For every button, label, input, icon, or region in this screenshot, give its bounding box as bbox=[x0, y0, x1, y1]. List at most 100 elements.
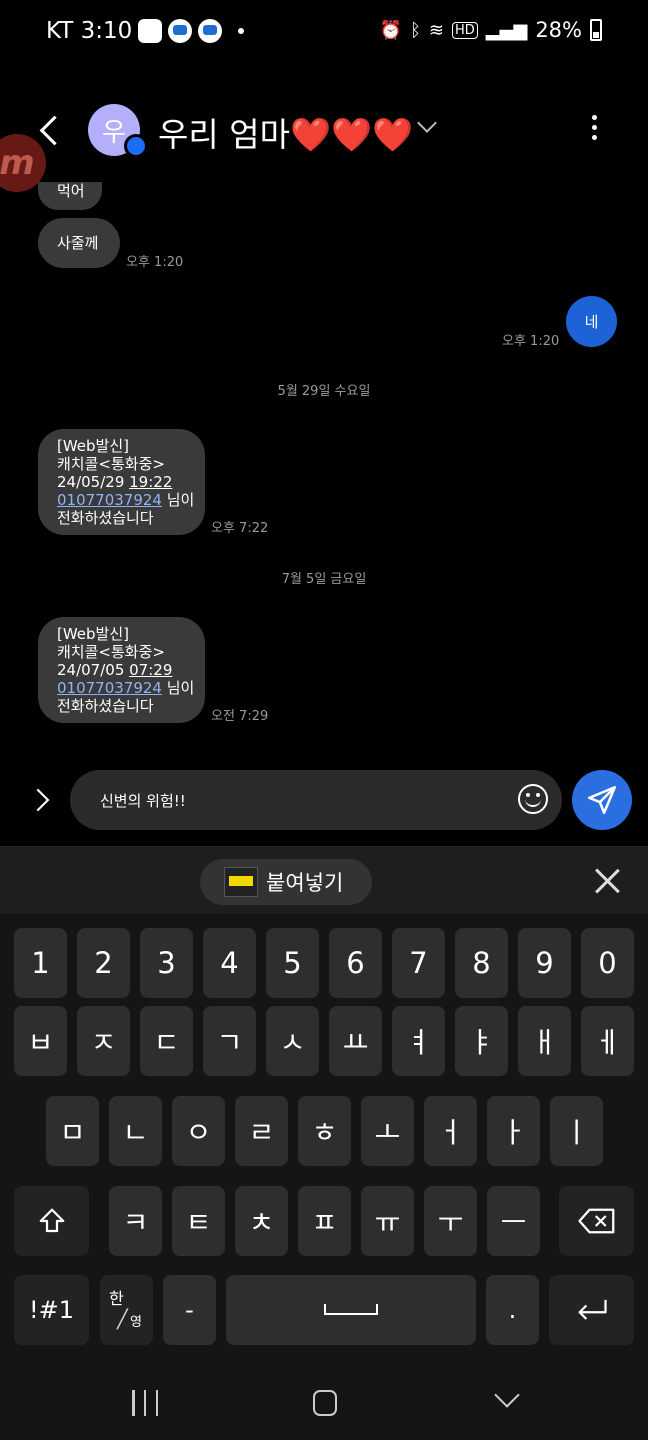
more-options-icon[interactable] bbox=[584, 112, 604, 152]
enter-key[interactable] bbox=[549, 1275, 634, 1345]
key-3[interactable]: 3 bbox=[140, 928, 193, 998]
key-jamo[interactable]: ㅡ bbox=[487, 1186, 540, 1256]
key-jamo[interactable]: ㄴ bbox=[109, 1096, 162, 1166]
message-time-link[interactable]: 19:22 bbox=[129, 473, 172, 491]
key-jamo[interactable]: ㅋ bbox=[109, 1186, 162, 1256]
key-jamo[interactable]: ㅇ bbox=[172, 1096, 225, 1166]
message-bubble[interactable]: 먹어 bbox=[38, 182, 102, 210]
message-bubble[interactable]: [Web발신] 캐치콜<통화중> 24/07/05 07:29 01077037… bbox=[38, 617, 205, 723]
shift-key[interactable] bbox=[14, 1186, 89, 1256]
period-key[interactable]: . bbox=[486, 1275, 539, 1345]
message-suffix: 님이 bbox=[161, 679, 195, 697]
carrier-time: KT 3:10 bbox=[46, 18, 133, 44]
paste-label: 붙여넣기 bbox=[266, 871, 344, 895]
key-jamo[interactable]: ㅈ bbox=[77, 1006, 130, 1076]
send-icon bbox=[587, 785, 617, 815]
enter-arrow-icon bbox=[578, 1299, 607, 1320]
key-0[interactable]: 0 bbox=[581, 928, 634, 998]
expand-chevron-icon[interactable] bbox=[32, 786, 52, 814]
key-6[interactable]: 6 bbox=[329, 928, 382, 998]
key-jamo[interactable]: ㅊ bbox=[235, 1186, 288, 1256]
key-jamo[interactable]: ㄷ bbox=[140, 1006, 193, 1076]
key-jamo[interactable]: ㅂ bbox=[14, 1006, 67, 1076]
recents-icon[interactable] bbox=[132, 1390, 158, 1416]
key-jamo[interactable]: ㅍ bbox=[298, 1186, 351, 1256]
send-button[interactable] bbox=[572, 770, 632, 830]
status-right: ⏰ ᛒ ≋ HD ▂▄▆ 28% bbox=[380, 18, 602, 42]
message-line: 전화하셨습니다 bbox=[57, 509, 154, 527]
message-time-link[interactable]: 07:29 bbox=[129, 661, 172, 679]
battery-percent: 28% bbox=[535, 18, 582, 42]
message-bubble[interactable]: [Web발신] 캐치콜<통화중> 24/05/29 19:22 01077037… bbox=[38, 429, 205, 535]
key-jamo[interactable]: ㅑ bbox=[455, 1006, 508, 1076]
paste-button[interactable]: 붙여넣기 bbox=[200, 859, 372, 905]
key-jamo[interactable]: ㅁ bbox=[46, 1096, 99, 1166]
key-jamo[interactable]: ㅌ bbox=[172, 1186, 225, 1256]
message-line: [Web발신] bbox=[57, 437, 130, 455]
dash-key[interactable]: - bbox=[163, 1275, 216, 1345]
message-date: 24/05/29 bbox=[57, 473, 130, 491]
key-jamo[interactable]: ㅣ bbox=[550, 1096, 603, 1166]
contact-name[interactable]: 우리 엄마❤️❤️❤️ bbox=[158, 108, 413, 156]
key-jamo[interactable]: ㅜ bbox=[424, 1186, 477, 1256]
key-2[interactable]: 2 bbox=[77, 928, 130, 998]
message-text: 먹어 bbox=[57, 182, 85, 200]
message-line: [Web발신] bbox=[57, 625, 130, 643]
key-7[interactable]: 7 bbox=[392, 928, 445, 998]
chevron-down-icon[interactable] bbox=[418, 118, 434, 134]
message-bubble-sent[interactable]: 네 bbox=[566, 296, 617, 347]
status-bar: KT 3:10 ⏰ ᛒ ≋ HD ▂▄▆ 28% bbox=[0, 0, 648, 66]
backspace-key[interactable] bbox=[559, 1186, 634, 1256]
alarm-icon: ⏰ bbox=[379, 19, 403, 41]
key-jamo[interactable]: ㅠ bbox=[361, 1186, 414, 1256]
hd-voice-icon: HD bbox=[451, 21, 478, 39]
key-jamo[interactable]: ㅅ bbox=[266, 1006, 319, 1076]
battery-icon bbox=[590, 19, 602, 41]
key-jamo[interactable]: ㅔ bbox=[581, 1006, 634, 1076]
symbols-key[interactable]: !#1 bbox=[14, 1275, 89, 1345]
lang-bottom-label: 영 bbox=[130, 1315, 142, 1330]
hide-keyboard-icon[interactable] bbox=[496, 1388, 518, 1410]
message-suffix: 님이 bbox=[161, 491, 195, 509]
message-line: 24/07/05 07:29 bbox=[57, 661, 205, 679]
key-jamo[interactable]: ㄹ bbox=[235, 1096, 288, 1166]
message-line: 전화하셨습니다 bbox=[57, 697, 154, 715]
phone-link[interactable]: 01077037924 bbox=[57, 679, 162, 697]
clipboard-thumbnail-icon bbox=[224, 867, 258, 897]
message-text: 네 bbox=[584, 312, 599, 331]
key-jamo[interactable]: ㅐ bbox=[518, 1006, 571, 1076]
puzzle-icon bbox=[138, 19, 163, 43]
emoji-icon[interactable] bbox=[518, 784, 548, 814]
system-nav-bar bbox=[0, 1360, 648, 1440]
close-icon[interactable] bbox=[590, 863, 626, 899]
home-icon[interactable] bbox=[313, 1390, 337, 1416]
key-jamo[interactable]: ㅓ bbox=[424, 1096, 477, 1166]
contact-name-text: 우리 엄마 bbox=[158, 115, 290, 154]
key-jamo[interactable]: ㅕ bbox=[392, 1006, 445, 1076]
phone-link[interactable]: 01077037924 bbox=[57, 491, 162, 509]
language-toggle-key[interactable]: 한 ╱ 영 bbox=[100, 1275, 153, 1345]
key-jamo[interactable]: ㄱ bbox=[203, 1006, 256, 1076]
message-line: 캐치콜<통화중> bbox=[57, 643, 165, 661]
key-8[interactable]: 8 bbox=[455, 928, 508, 998]
key-jamo[interactable]: ㅏ bbox=[487, 1096, 540, 1166]
key-5[interactable]: 5 bbox=[266, 928, 319, 998]
chat-badge-icon bbox=[124, 134, 148, 158]
key-4[interactable]: 4 bbox=[203, 928, 256, 998]
message-text: 사줄께 bbox=[57, 234, 99, 252]
space-bar-icon bbox=[324, 1304, 378, 1315]
signal-icon: ▂▄▆ bbox=[485, 19, 528, 41]
key-jamo[interactable]: ㅛ bbox=[329, 1006, 382, 1076]
message-time: 오후 1:20 bbox=[126, 255, 184, 270]
key-jamo[interactable]: ㅗ bbox=[361, 1096, 414, 1166]
status-left: KT 3:10 bbox=[46, 18, 245, 44]
space-key[interactable] bbox=[226, 1275, 476, 1345]
key-9[interactable]: 9 bbox=[518, 928, 571, 998]
key-jamo[interactable]: ㅎ bbox=[298, 1096, 351, 1166]
message-bubble[interactable]: 사줄께 bbox=[38, 218, 120, 268]
backspace-icon bbox=[577, 1208, 614, 1234]
key-1[interactable]: 1 bbox=[14, 928, 67, 998]
bluetooth-icon: ᛒ bbox=[410, 19, 421, 41]
message-time: 오후 7:22 bbox=[211, 521, 269, 536]
message-input[interactable]: 신변의 위험!! bbox=[70, 770, 562, 830]
